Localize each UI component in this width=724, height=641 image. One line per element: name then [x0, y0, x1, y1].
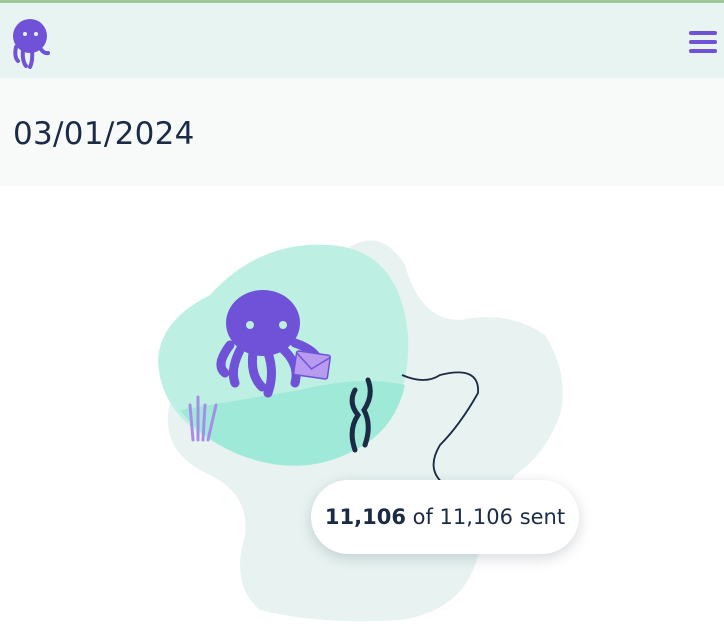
hamburger-menu-icon[interactable]: [689, 31, 719, 57]
octopus-icon: [226, 290, 300, 356]
of-label: of: [405, 505, 440, 529]
top-header: [0, 3, 724, 78]
sent-label: sent: [513, 505, 566, 529]
total-count: 11,106: [439, 505, 514, 529]
octopus-logo-icon[interactable]: [10, 17, 52, 69]
sent-count: 11,106: [324, 505, 406, 529]
octopus-mail-illustration: [158, 240, 563, 622]
sent-count-badge: 11,106 of 11,106 sent: [311, 480, 579, 554]
envelope-icon: [293, 350, 331, 380]
campaign-date: 03/01/2024: [13, 116, 195, 152]
